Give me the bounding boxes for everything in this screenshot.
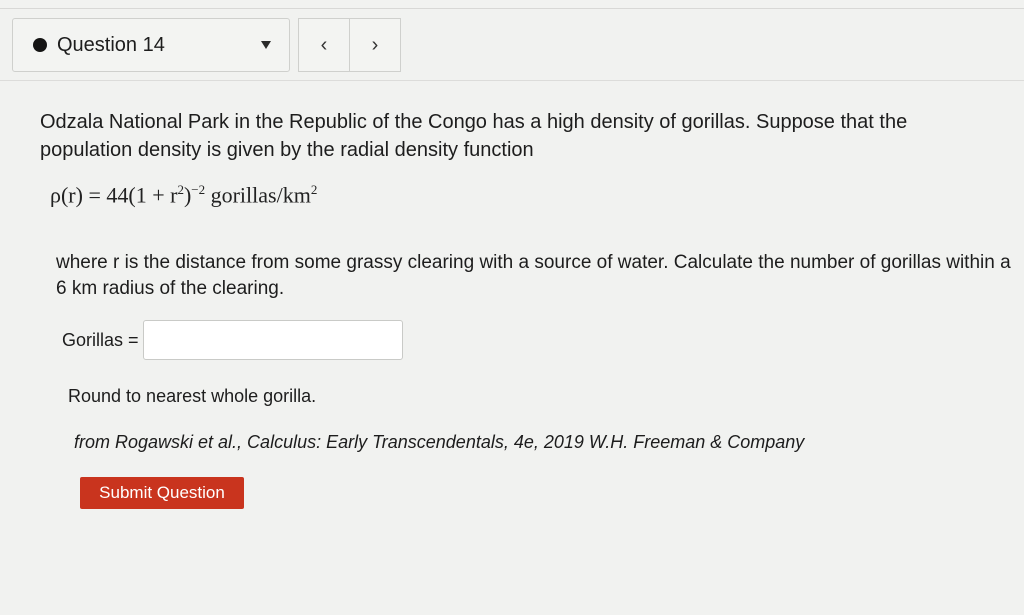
- formula-unit-exponent: 2: [310, 182, 318, 197]
- top-divider: [0, 8, 1024, 9]
- answer-label: Gorillas =: [62, 329, 139, 350]
- formula-outer-exponent: −2: [191, 182, 206, 197]
- question-prompt: Odzala National Park in the Republic of …: [40, 111, 908, 161]
- previous-question-button[interactable]: ‹: [298, 18, 350, 72]
- formula-unit: gorillas/km: [205, 182, 311, 208]
- chevron-right-icon: ›: [371, 33, 379, 56]
- question-number-label: Question 14: [57, 33, 165, 56]
- formula-lhs: ρ(r) = 44(1 + r: [50, 182, 178, 208]
- panel-divider: [0, 80, 1024, 81]
- question-description: where r is the distance from some grassy…: [56, 252, 1011, 299]
- answer-row: Gorillas =: [62, 320, 403, 360]
- density-formula: ρ(r) = 44(1 + r2)−2 gorillas/km2: [50, 182, 317, 208]
- submit-question-button[interactable]: Submit Question: [80, 477, 244, 509]
- question-select-dropdown[interactable]: Question 14: [12, 18, 290, 72]
- chevron-left-icon: ‹: [320, 33, 328, 56]
- question-status-dot-icon: [33, 38, 47, 52]
- question-navigation: Question 14 ‹ ›: [12, 18, 401, 72]
- rounding-note: Round to nearest whole gorilla.: [68, 386, 317, 406]
- caret-down-icon: [261, 41, 271, 49]
- gorillas-answer-input[interactable]: [142, 320, 403, 360]
- source-citation: from Rogawski et al., Calculus: Early Tr…: [74, 432, 805, 452]
- next-question-button[interactable]: ›: [350, 18, 401, 72]
